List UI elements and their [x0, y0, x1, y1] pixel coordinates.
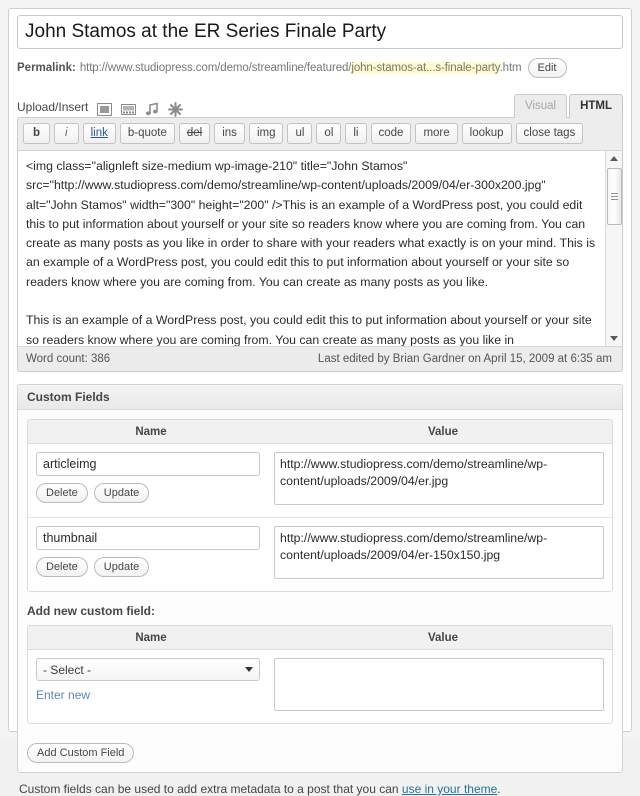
post-title-input[interactable] [17, 15, 623, 49]
update-button[interactable]: Update [93, 483, 150, 503]
quicktag-ol[interactable]: ol [316, 123, 342, 144]
quicktag-code[interactable]: code [370, 123, 412, 144]
scroll-up-arrow-icon[interactable] [606, 151, 622, 166]
custom-fields-title: Custom Fields [18, 385, 622, 410]
quicktag-del[interactable]: del [178, 123, 211, 144]
custom-fields-body: Name Value Delete Update http://www [18, 410, 622, 733]
new-field-value-cell [274, 658, 604, 714]
edit-permalink-button[interactable]: Edit [527, 58, 567, 78]
upload-insert-label: Upload/Insert [17, 100, 89, 114]
add-custom-field-button-wrap: Add Custom Field [18, 733, 622, 772]
last-edited-info: Last edited by Brian Gardner on April 15… [317, 353, 612, 365]
permalink-row: Permalink: http://www.studiopress.com/de… [17, 55, 623, 81]
quicktag-li[interactable]: li [345, 123, 367, 144]
quicktag-close-tags[interactable]: close tags [515, 123, 584, 144]
quicktag-ins[interactable]: ins [214, 123, 245, 144]
upload-insert-bar: Upload/Insert Visual HTML [17, 89, 623, 118]
quicktag-lookup[interactable]: lookup [461, 123, 512, 144]
custom-field-value-textarea[interactable]: http://www.studiopress.com/demo/streamli… [274, 526, 604, 579]
custom-field-row-buttons: Delete Update [36, 557, 266, 577]
custom-fields-header-row: Name Value [28, 420, 612, 444]
quicktag-more[interactable]: more [415, 123, 458, 144]
content-textarea[interactable]: <img class="alignleft size-medium wp-ima… [18, 151, 606, 346]
quicktag-link[interactable]: link [82, 123, 116, 144]
add-field-header-row: Name Value [28, 626, 612, 650]
post-title-wrap [17, 9, 623, 49]
add-custom-field-table: Name Value - Select - Enter new [27, 625, 613, 724]
add-field-row: - Select - Enter new [28, 650, 612, 723]
table-row: Delete Update http://www.studiopress.com… [28, 518, 612, 591]
insert-video-icon[interactable] [121, 102, 137, 117]
column-header-name: Name [135, 425, 167, 438]
content-editor-area: <img class="alignleft size-medium wp-ima… [18, 150, 622, 346]
new-field-name-cell: - Select - Enter new [36, 658, 274, 714]
quicktag-i[interactable]: i [54, 123, 79, 144]
delete-button[interactable]: Delete [36, 483, 88, 503]
help-text-after: . [497, 782, 501, 796]
help-text-before: Custom fields can be used to add extra m… [19, 782, 402, 796]
quicktag-toolbar: b i link b-quote del ins img ul ol li co… [18, 118, 622, 150]
permalink-extension: .htm [499, 62, 522, 74]
column-header-value: Value [427, 425, 459, 438]
new-field-value-textarea[interactable] [274, 658, 604, 711]
quicktag-ul[interactable]: ul [287, 123, 313, 144]
custom-field-value-textarea[interactable]: http://www.studiopress.com/demo/streamli… [274, 452, 604, 505]
permalink-base: http://www.studiopress.com/demo/streamli… [79, 62, 352, 74]
tab-visual[interactable]: Visual [513, 94, 568, 118]
update-button[interactable]: Update [93, 557, 150, 577]
editor-mode-tabs: Visual HTML [513, 94, 623, 118]
post-editor: b i link b-quote del ins img ul ol li co… [17, 117, 623, 372]
chevron-down-icon [245, 667, 253, 672]
insert-audio-icon[interactable] [145, 102, 159, 117]
custom-field-name-input[interactable] [36, 452, 260, 476]
custom-fields-help-text: Custom fields can be used to add extra m… [17, 773, 623, 796]
insert-media-icon[interactable] [168, 102, 184, 117]
editor-container: Permalink: http://www.studiopress.com/de… [8, 8, 632, 796]
custom-field-name-input[interactable] [36, 526, 260, 550]
permalink-url: http://www.studiopress.com/demo/streamli… [80, 62, 522, 74]
use-in-your-theme-link[interactable]: use in your theme [402, 782, 497, 796]
add-new-custom-field-label: Add new custom field: [27, 604, 156, 618]
editor-scrollbar[interactable] [605, 151, 622, 346]
scrollbar-grip-icon [611, 193, 618, 202]
quicktag-img[interactable]: img [248, 123, 284, 144]
new-field-name-select-value: - Select - [43, 662, 92, 677]
tab-html[interactable]: HTML [569, 94, 623, 118]
word-count: Word count: 386 [26, 353, 111, 365]
table-row: Delete Update http://www.studiopress.com… [28, 444, 612, 518]
custom-field-name-cell: Delete Update [36, 526, 274, 582]
media-icon-group [97, 102, 184, 117]
permalink-label: Permalink: [17, 62, 76, 74]
custom-fields-panel: Custom Fields Name Value Delete Update [17, 384, 623, 773]
quicktag-b-quote[interactable]: b-quote [119, 123, 175, 144]
editor-status-bar: Word count: 386 Last edited by Brian Gar… [18, 346, 622, 371]
wordpress-post-editor: Permalink: http://www.studiopress.com/de… [0, 0, 640, 796]
custom-field-name-cell: Delete Update [36, 452, 274, 508]
permalink-slug[interactable]: john-stamos-at...s-finale-party [351, 62, 500, 74]
scroll-down-arrow-icon[interactable] [606, 331, 622, 346]
insert-image-icon[interactable] [97, 102, 113, 117]
quicktag-b[interactable]: b [23, 123, 51, 144]
custom-fields-table: Name Value Delete Update http://www [27, 419, 613, 592]
scrollbar-thumb[interactable] [607, 168, 622, 225]
add-custom-field-button[interactable]: Add Custom Field [27, 743, 135, 763]
custom-field-value-cell: http://www.studiopress.com/demo/streamli… [274, 526, 604, 582]
new-field-name-select[interactable]: - Select - [36, 658, 260, 681]
delete-button[interactable]: Delete [36, 557, 88, 577]
column-header-value: Value [427, 631, 459, 644]
enter-new-link[interactable]: Enter new [36, 688, 90, 702]
custom-field-row-buttons: Delete Update [36, 483, 266, 503]
custom-field-value-cell: http://www.studiopress.com/demo/streamli… [274, 452, 604, 508]
column-header-name: Name [135, 631, 167, 644]
